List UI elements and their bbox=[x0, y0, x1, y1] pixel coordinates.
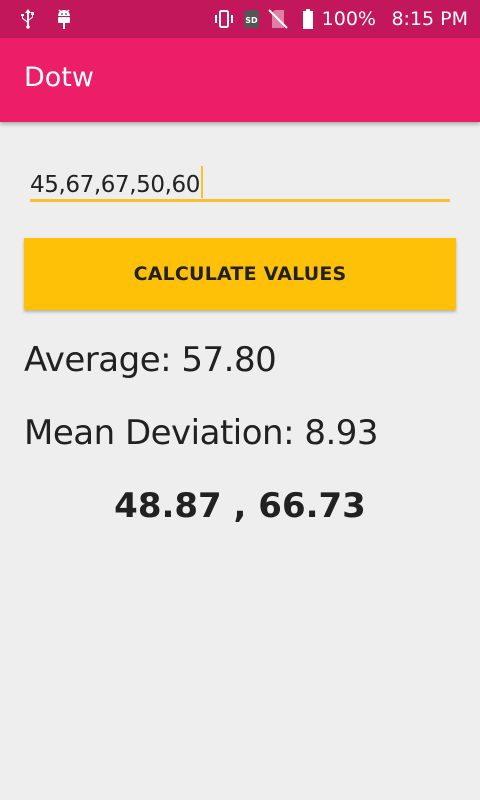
sd-card-icon: SD bbox=[240, 7, 264, 31]
numbers-input-field[interactable]: 45,67,67,50,60 bbox=[30, 160, 450, 204]
android-debug-icon bbox=[52, 7, 76, 31]
app-bar: Dotw bbox=[0, 38, 480, 122]
battery-icon bbox=[296, 7, 320, 31]
calculate-values-button[interactable]: CALCULATE VALUES bbox=[24, 238, 456, 310]
numbers-input-text[interactable]: 45,67,67,50,60 bbox=[30, 172, 200, 198]
battery-percent: 100% bbox=[321, 8, 376, 30]
usb-icon bbox=[16, 7, 40, 31]
mean-deviation-text: Mean Deviation: 8.93 bbox=[24, 413, 379, 453]
numbers-input-value[interactable]: 45,67,67,50,60 bbox=[30, 166, 203, 198]
app-title: Dotw bbox=[24, 62, 94, 93]
average-text: Average: 57.80 bbox=[24, 340, 277, 380]
vibrate-icon bbox=[212, 7, 236, 31]
text-cursor bbox=[200, 166, 203, 198]
range-result-text: 48.87 , 66.73 bbox=[114, 486, 366, 526]
no-sim-icon bbox=[266, 7, 290, 31]
sd-label: SD bbox=[245, 16, 258, 25]
clock: 8:15 PM bbox=[391, 8, 468, 30]
status-bar: SD 100% 8:15 PM bbox=[0, 0, 480, 38]
